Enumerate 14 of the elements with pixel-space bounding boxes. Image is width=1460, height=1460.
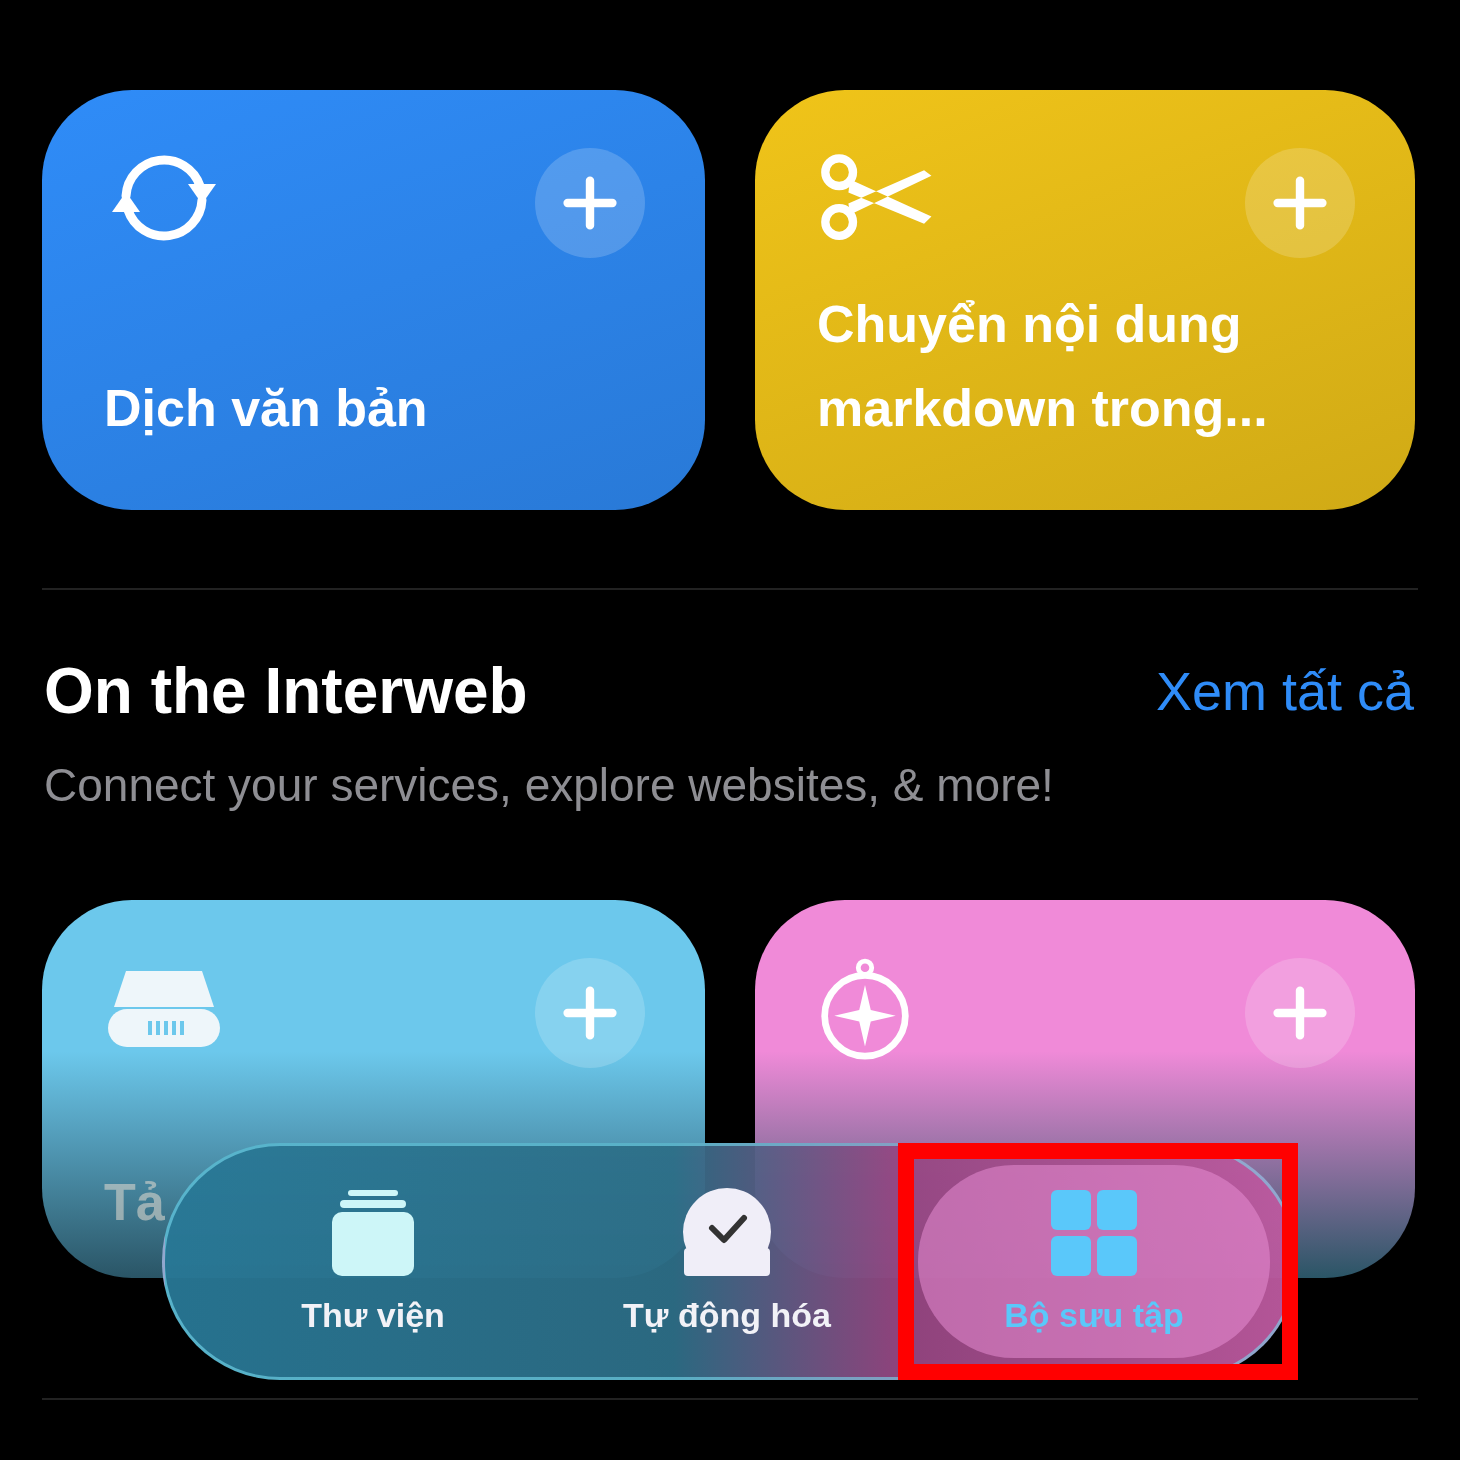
plus-icon	[562, 985, 618, 1041]
shortcut-card[interactable]: Dịch văn bản	[42, 90, 705, 510]
plus-icon	[1272, 985, 1328, 1041]
grid-icon	[1049, 1188, 1139, 1278]
shortcut-title: Tả	[104, 1172, 165, 1233]
see-all-link[interactable]: Xem tất cả	[1155, 660, 1414, 722]
plus-icon	[1272, 175, 1328, 231]
shortcut-title: Chuyển nội dung markdown trong...	[817, 294, 1269, 439]
section-subtitle: Connect your services, explore websites, & more!	[43, 758, 1055, 812]
section-title: On the Interweb	[44, 654, 528, 728]
clock-check-icon	[682, 1188, 772, 1278]
plus-icon	[562, 175, 618, 231]
shortcut-title: Dịch văn bản	[104, 378, 429, 439]
shortcut-card[interactable]: Chuyển nội dung markdown trong...	[755, 90, 1415, 510]
